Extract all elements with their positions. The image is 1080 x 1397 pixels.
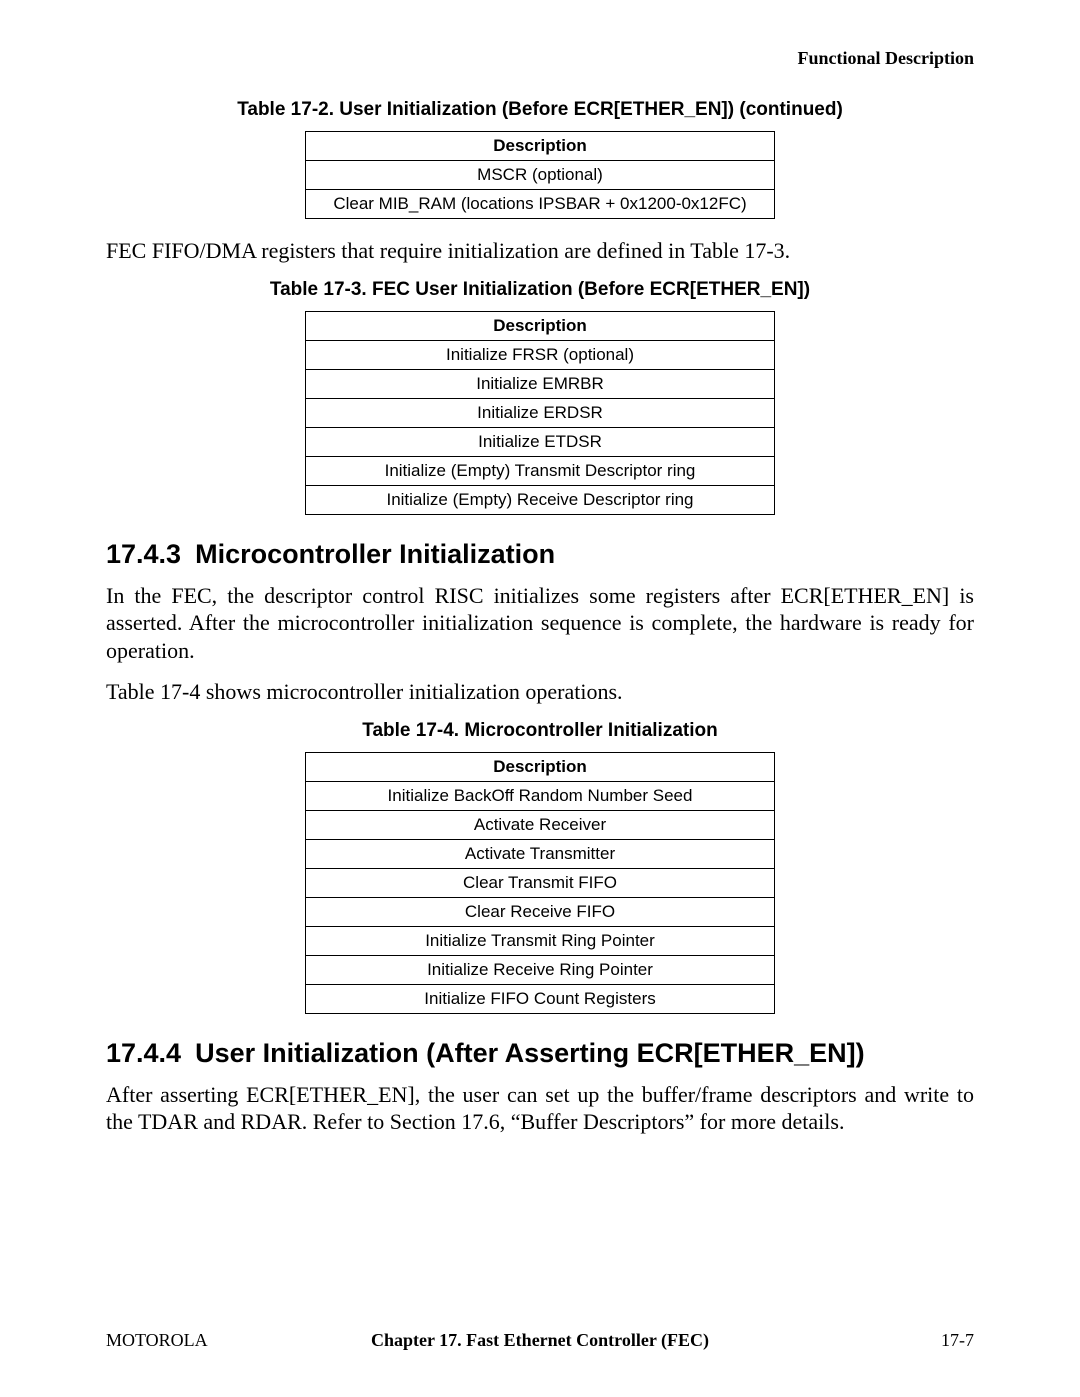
section-heading-17-4-4: 17.4.4 User Initialization (After Asserti… <box>106 1038 974 1069</box>
table-row: Initialize EMRBR <box>306 369 775 398</box>
table-row: Initialize ERDSR <box>306 398 775 427</box>
table-17-2: Description MSCR (optional) Clear MIB_RA… <box>305 131 775 219</box>
table-row: Initialize Receive Ring Pointer <box>306 955 775 984</box>
paragraph: FEC FIFO/DMA registers that require init… <box>106 237 974 265</box>
table-row: Clear Transmit FIFO <box>306 868 775 897</box>
paragraph: Table 17-4 shows microcontroller initial… <box>106 678 974 706</box>
table-row: Initialize (Empty) Transmit Descriptor r… <box>306 456 775 485</box>
paragraph: In the FEC, the descriptor control RISC … <box>106 582 974 665</box>
table-17-4-caption: Table 17-4. Microcontroller Initializati… <box>106 720 974 742</box>
table-17-4-header: Description <box>306 752 775 781</box>
section-title: User Initialization (After Asserting ECR… <box>195 1038 865 1068</box>
table-row: MSCR (optional) <box>306 161 775 190</box>
section-title: Microcontroller Initialization <box>195 539 555 569</box>
table-row: Activate Receiver <box>306 810 775 839</box>
paragraph: After asserting ECR[ETHER_EN], the user … <box>106 1081 974 1136</box>
table-17-4: Description Initialize BackOff Random Nu… <box>305 752 775 1014</box>
table-row: Initialize Transmit Ring Pointer <box>306 926 775 955</box>
section-heading-17-4-3: 17.4.3 Microcontroller Initialization <box>106 539 974 570</box>
table-17-3-header: Description <box>306 311 775 340</box>
footer-right: 17-7 <box>864 1330 974 1351</box>
section-number: 17.4.3 <box>106 539 181 570</box>
running-head: Functional Description <box>106 48 974 69</box>
table-row: Clear Receive FIFO <box>306 897 775 926</box>
section-number: 17.4.4 <box>106 1038 181 1069</box>
table-row: Activate Transmitter <box>306 839 775 868</box>
table-17-3-caption: Table 17-3. FEC User Initialization (Bef… <box>106 279 974 301</box>
table-row: Initialize BackOff Random Number Seed <box>306 781 775 810</box>
table-row: Initialize FRSR (optional) <box>306 340 775 369</box>
page-footer: MOTOROLA Chapter 17. Fast Ethernet Contr… <box>106 1330 974 1351</box>
table-17-2-caption: Table 17-2. User Initialization (Before … <box>106 99 974 121</box>
table-row: Clear MIB_RAM (locations IPSBAR + 0x1200… <box>306 190 775 219</box>
table-17-2-header: Description <box>306 132 775 161</box>
page: Functional Description Table 17-2. User … <box>0 0 1080 1397</box>
table-17-3: Description Initialize FRSR (optional) I… <box>305 311 775 515</box>
footer-center: Chapter 17. Fast Ethernet Controller (FE… <box>216 1330 864 1351</box>
table-row: Initialize FIFO Count Registers <box>306 984 775 1013</box>
footer-left: MOTOROLA <box>106 1330 216 1351</box>
table-row: Initialize (Empty) Receive Descriptor ri… <box>306 485 775 514</box>
table-row: Initialize ETDSR <box>306 427 775 456</box>
